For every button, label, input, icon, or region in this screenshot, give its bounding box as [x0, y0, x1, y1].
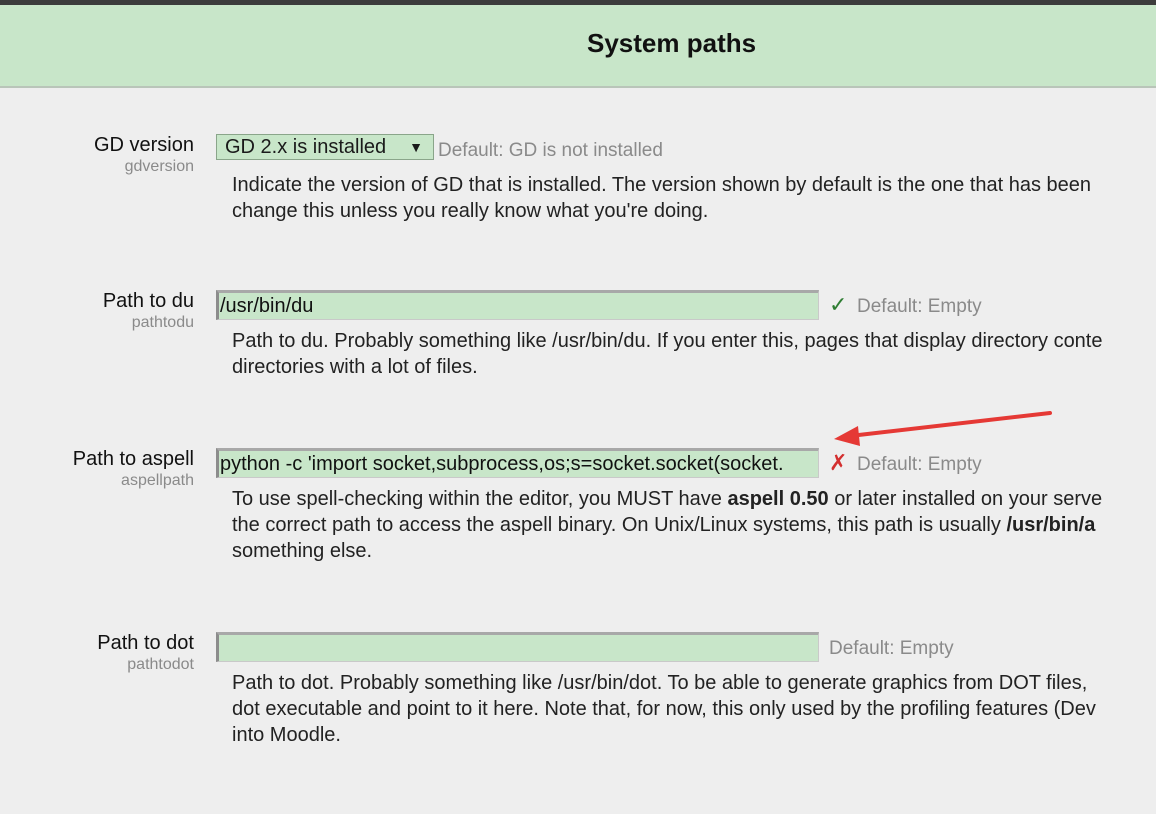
setting-description: Indicate the version of GD that is insta… — [232, 172, 1156, 224]
aspellpath-input[interactable]: python -c 'import socket,subprocess,os;s… — [216, 448, 819, 478]
description-line: Indicate the version of GD that is insta… — [232, 174, 1092, 196]
setting-description: Path to du. Probably something like /usr… — [232, 328, 1156, 380]
page-title: System paths — [587, 28, 757, 58]
description-line: something else. — [232, 540, 373, 562]
description-line: directories with a lot of files. — [232, 356, 478, 378]
description-line: Path to du. Probably something like /usr… — [232, 330, 1103, 352]
setting-key: aspellpath — [121, 472, 194, 489]
setting-label: Path to du — [102, 290, 194, 312]
default-text: Default: Empty — [829, 638, 954, 659]
description-line: Path to dot. Probably something like /us… — [232, 672, 1088, 694]
description-line: the correct path to access the aspell bi… — [232, 512, 1156, 538]
setting-description: Path to dot. Probably something like /us… — [232, 670, 1156, 748]
description-bold: aspell 0.50 — [727, 488, 829, 510]
setting-aspellpath: Path to aspell aspellpath python -c 'imp… — [0, 448, 1156, 600]
setting-key: pathtodot — [127, 656, 194, 673]
red-arrow-annotation — [834, 411, 1052, 446]
check-icon: ✓ — [829, 292, 848, 317]
setting-pathtodot: Path to dot pathtodot Default: Empty Pat… — [0, 632, 1156, 784]
pathtodot-input[interactable] — [216, 632, 819, 662]
description-bold: /usr/bin/a — [1006, 514, 1096, 536]
description-line: change this unless you really know what … — [232, 200, 709, 222]
gdversion-select[interactable]: GD 2.x is installed ▼ — [216, 134, 434, 160]
description-text: the correct path to access the aspell bi… — [232, 514, 1007, 536]
setting-key: pathtodu — [131, 314, 194, 331]
chevron-down-icon: ▼ — [409, 139, 423, 155]
setting-key: gdversion — [124, 158, 194, 175]
default-text: Default: GD is not installed — [438, 140, 663, 161]
setting-description: To use spell-checking within the editor,… — [232, 486, 1156, 564]
default-text: Default: Empty — [857, 296, 982, 317]
setting-label: GD version — [93, 134, 194, 156]
select-value: GD 2.x is installed — [225, 136, 387, 158]
setting-gdversion: GD version gdversion GD 2.x is installed… — [0, 134, 1156, 286]
pathtodu-input[interactable]: /usr/bin/du — [216, 290, 819, 320]
setting-label: Path to dot — [97, 632, 194, 654]
section-header: System paths — [0, 5, 1156, 88]
setting-label: Path to aspell — [72, 448, 194, 470]
description-line: into Moodle. — [232, 724, 341, 746]
description-text: or later installed on your serve — [828, 488, 1103, 510]
description-line: To use spell-checking within the editor,… — [232, 486, 1156, 512]
description-text: To use spell-checking within the editor,… — [232, 488, 728, 510]
description-line: dot executable and point to it here. Not… — [232, 698, 1096, 720]
